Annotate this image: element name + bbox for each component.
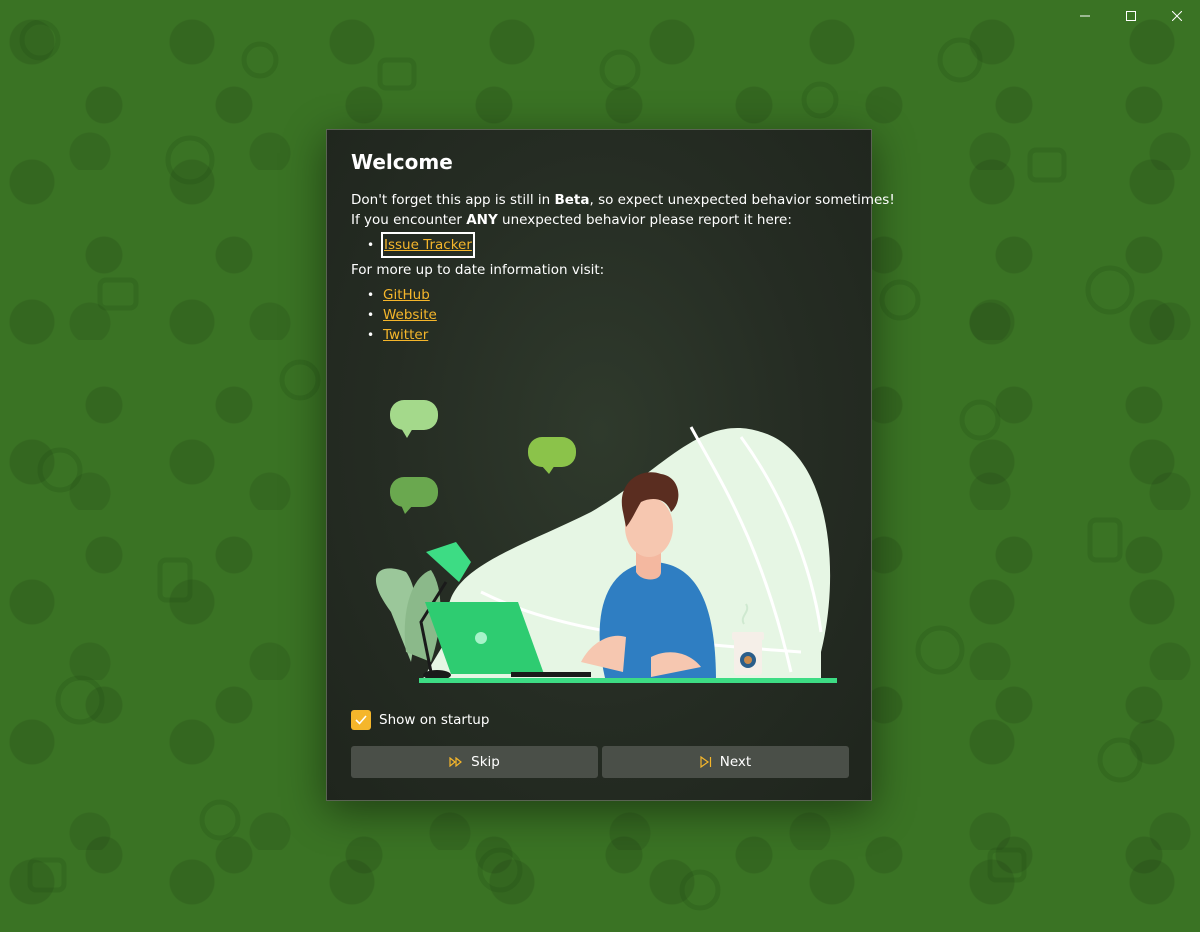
skip-button[interactable]: Skip	[351, 746, 598, 778]
info-links-list: • GitHub • Website • Twitter	[367, 285, 437, 345]
fast-forward-icon	[449, 757, 463, 767]
minimize-icon	[1080, 15, 1090, 17]
close-button[interactable]	[1154, 0, 1200, 32]
maximize-icon	[1126, 11, 1136, 21]
welcome-illustration	[375, 400, 837, 683]
list-item: • Twitter	[367, 325, 437, 345]
report-notice-pre: If you encounter	[351, 212, 467, 228]
close-icon	[1172, 11, 1182, 21]
list-item: • Website	[367, 305, 437, 325]
report-notice: If you encounter ANY unexpected behavior…	[351, 212, 792, 228]
skip-label: Skip	[471, 754, 500, 770]
beta-notice-post: , so expect unexpected behavior sometime…	[589, 192, 895, 208]
website-link[interactable]: Website	[383, 305, 437, 325]
twitter-link[interactable]: Twitter	[383, 325, 428, 345]
beta-notice-bold: Beta	[554, 192, 590, 208]
bullet: •	[367, 238, 375, 252]
skip-next-icon	[700, 756, 712, 768]
issue-tracker-link[interactable]: Issue Tracker	[381, 232, 475, 258]
report-notice-post: unexpected behavior please report it her…	[497, 212, 792, 228]
minimize-button[interactable]	[1062, 0, 1108, 32]
show-on-startup-checkbox[interactable]	[351, 710, 371, 730]
info-notice: For more up to date information visit:	[351, 262, 605, 278]
list-item: • Issue Tracker	[367, 232, 475, 258]
checkmark-icon	[355, 715, 367, 725]
list-item: • GitHub	[367, 285, 437, 305]
window-controls	[1062, 0, 1200, 32]
next-label: Next	[719, 754, 752, 770]
show-on-startup-row[interactable]: Show on startup	[351, 710, 489, 730]
maximize-button[interactable]	[1108, 0, 1154, 32]
chat-bubble-icon	[390, 400, 438, 438]
beta-notice-pre: Don't forget this app is still in	[351, 192, 555, 208]
bullet: •	[367, 328, 375, 342]
beta-notice: Don't forget this app is still in Beta, …	[351, 192, 895, 208]
next-button[interactable]: Next	[602, 746, 849, 778]
bullet: •	[367, 308, 375, 322]
show-on-startup-label: Show on startup	[379, 712, 490, 728]
github-link[interactable]: GitHub	[383, 285, 430, 305]
report-notice-bold: ANY	[466, 212, 498, 228]
report-links-list: • Issue Tracker	[367, 232, 475, 258]
bullet: •	[367, 288, 375, 302]
welcome-dialog: Welcome Don't forget this app is still i…	[326, 129, 895, 801]
dialog-title: Welcome	[351, 150, 453, 174]
